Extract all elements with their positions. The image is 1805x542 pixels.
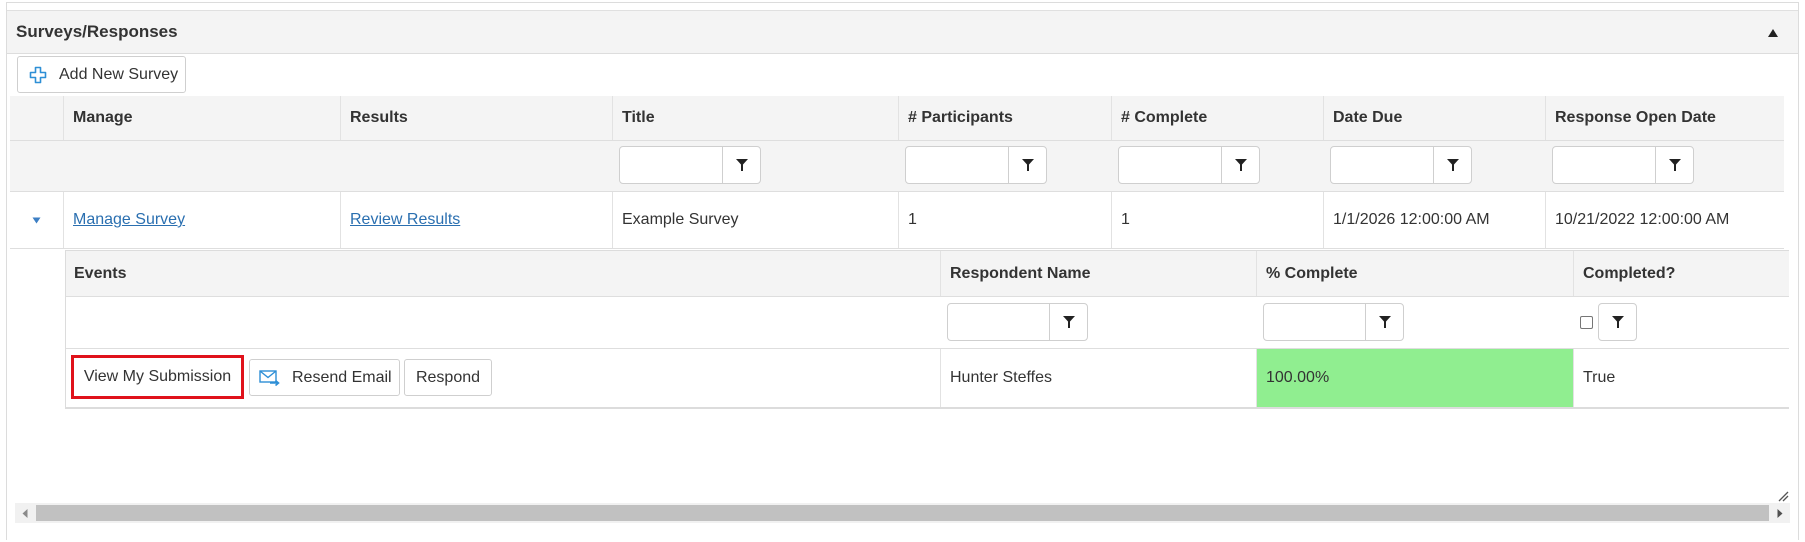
completed-filter-button[interactable]	[1598, 303, 1637, 341]
percent-complete-filter-input[interactable]	[1264, 304, 1365, 340]
filter-icon[interactable]	[1221, 147, 1259, 183]
manage-survey-link[interactable]: Manage Survey	[73, 211, 185, 229]
resend-email-button[interactable]: Resend Email	[249, 359, 400, 396]
view-my-submission-button[interactable]: View My Submission	[71, 355, 244, 399]
completed-filter-checkbox[interactable]	[1580, 315, 1593, 329]
scroll-left-icon[interactable]	[15, 503, 35, 523]
grid-filter-row	[10, 141, 1784, 192]
resend-email-label: Resend Email	[292, 368, 392, 386]
results-cell: Review Results	[340, 192, 612, 248]
triangle-up-icon[interactable]	[1767, 28, 1779, 38]
title-filter	[619, 146, 761, 184]
review-results-link[interactable]: Review Results	[350, 211, 460, 229]
filter-icon[interactable]	[1049, 304, 1087, 340]
respondent-name: Hunter Steffes	[940, 349, 1256, 407]
panel-header[interactable]: Surveys/Responses	[7, 10, 1798, 54]
date-due-filter-input[interactable]	[1331, 147, 1433, 183]
caret-down-icon	[32, 211, 41, 229]
filter-icon[interactable]	[722, 147, 760, 183]
horizontal-scrollbar[interactable]	[15, 503, 1790, 523]
plus-outline-icon	[28, 65, 48, 85]
header-title[interactable]: Title	[612, 96, 898, 140]
complete-count: 1	[1111, 192, 1323, 248]
date-due: 1/1/2026 12:00:00 AM	[1323, 192, 1545, 248]
respond-button[interactable]: Respond	[404, 359, 492, 396]
percent-complete-filter	[1263, 303, 1404, 341]
response-open-date-filter	[1552, 146, 1694, 184]
header-respondent-name[interactable]: Respondent Name	[940, 251, 1256, 296]
filter-icon[interactable]	[1655, 147, 1693, 183]
expand-toggle[interactable]	[10, 192, 63, 248]
header-events[interactable]: Events	[65, 251, 940, 296]
envelope-forward-icon	[259, 369, 281, 387]
response-open-date-filter-input[interactable]	[1553, 147, 1655, 183]
filter-icon[interactable]	[1599, 304, 1636, 340]
header-results[interactable]: Results	[340, 96, 612, 140]
resize-grip-icon[interactable]	[1777, 489, 1789, 502]
survey-title: Example Survey	[612, 192, 898, 248]
response-open-date: 10/21/2022 12:00:00 AM	[1545, 192, 1784, 248]
scroll-right-icon[interactable]	[1770, 503, 1790, 523]
filter-icon[interactable]	[1008, 147, 1046, 183]
participants-count: 1	[898, 192, 1111, 248]
respondent-name-filter-input[interactable]	[948, 304, 1049, 340]
panel-title: Surveys/Responses	[16, 22, 178, 41]
add-new-survey-label: Add New Survey	[59, 65, 179, 83]
percent-complete: 100.00%	[1256, 349, 1573, 407]
view-my-submission-label: View My Submission	[83, 368, 232, 385]
header-date-due[interactable]: Date Due	[1323, 96, 1545, 140]
respond-label: Respond	[415, 368, 481, 386]
participants-filter-input[interactable]	[906, 147, 1008, 183]
grid-header-row: Manage Results Title # Participants # Co…	[10, 96, 1784, 141]
complete-filter	[1118, 146, 1260, 184]
header-completed[interactable]: Completed?	[1573, 251, 1789, 296]
manage-cell: Manage Survey	[63, 192, 340, 248]
header-expand-col	[10, 96, 63, 140]
filter-icon[interactable]	[1365, 304, 1403, 340]
add-new-survey-button[interactable]: Add New Survey	[17, 56, 186, 93]
table-row: Manage Survey Review Results Example Sur…	[10, 192, 1784, 249]
header-complete[interactable]: # Complete	[1111, 96, 1323, 140]
participants-filter	[905, 146, 1047, 184]
header-manage[interactable]: Manage	[63, 96, 340, 140]
scrollbar-thumb[interactable]	[36, 505, 1769, 521]
completed-value: True	[1573, 349, 1789, 407]
title-filter-input[interactable]	[620, 147, 722, 183]
completed-filter	[1580, 303, 1637, 341]
header-participants[interactable]: # Participants	[898, 96, 1111, 140]
detail-header-row: Events Respondent Name % Complete Comple…	[65, 251, 1789, 297]
detail-filter-row	[65, 297, 1789, 349]
header-percent-complete[interactable]: % Complete	[1256, 251, 1573, 296]
complete-filter-input[interactable]	[1119, 147, 1221, 183]
header-response-open-date[interactable]: Response Open Date	[1545, 96, 1784, 140]
date-due-filter	[1330, 146, 1472, 184]
filter-icon[interactable]	[1433, 147, 1471, 183]
respondent-name-filter	[947, 303, 1088, 341]
